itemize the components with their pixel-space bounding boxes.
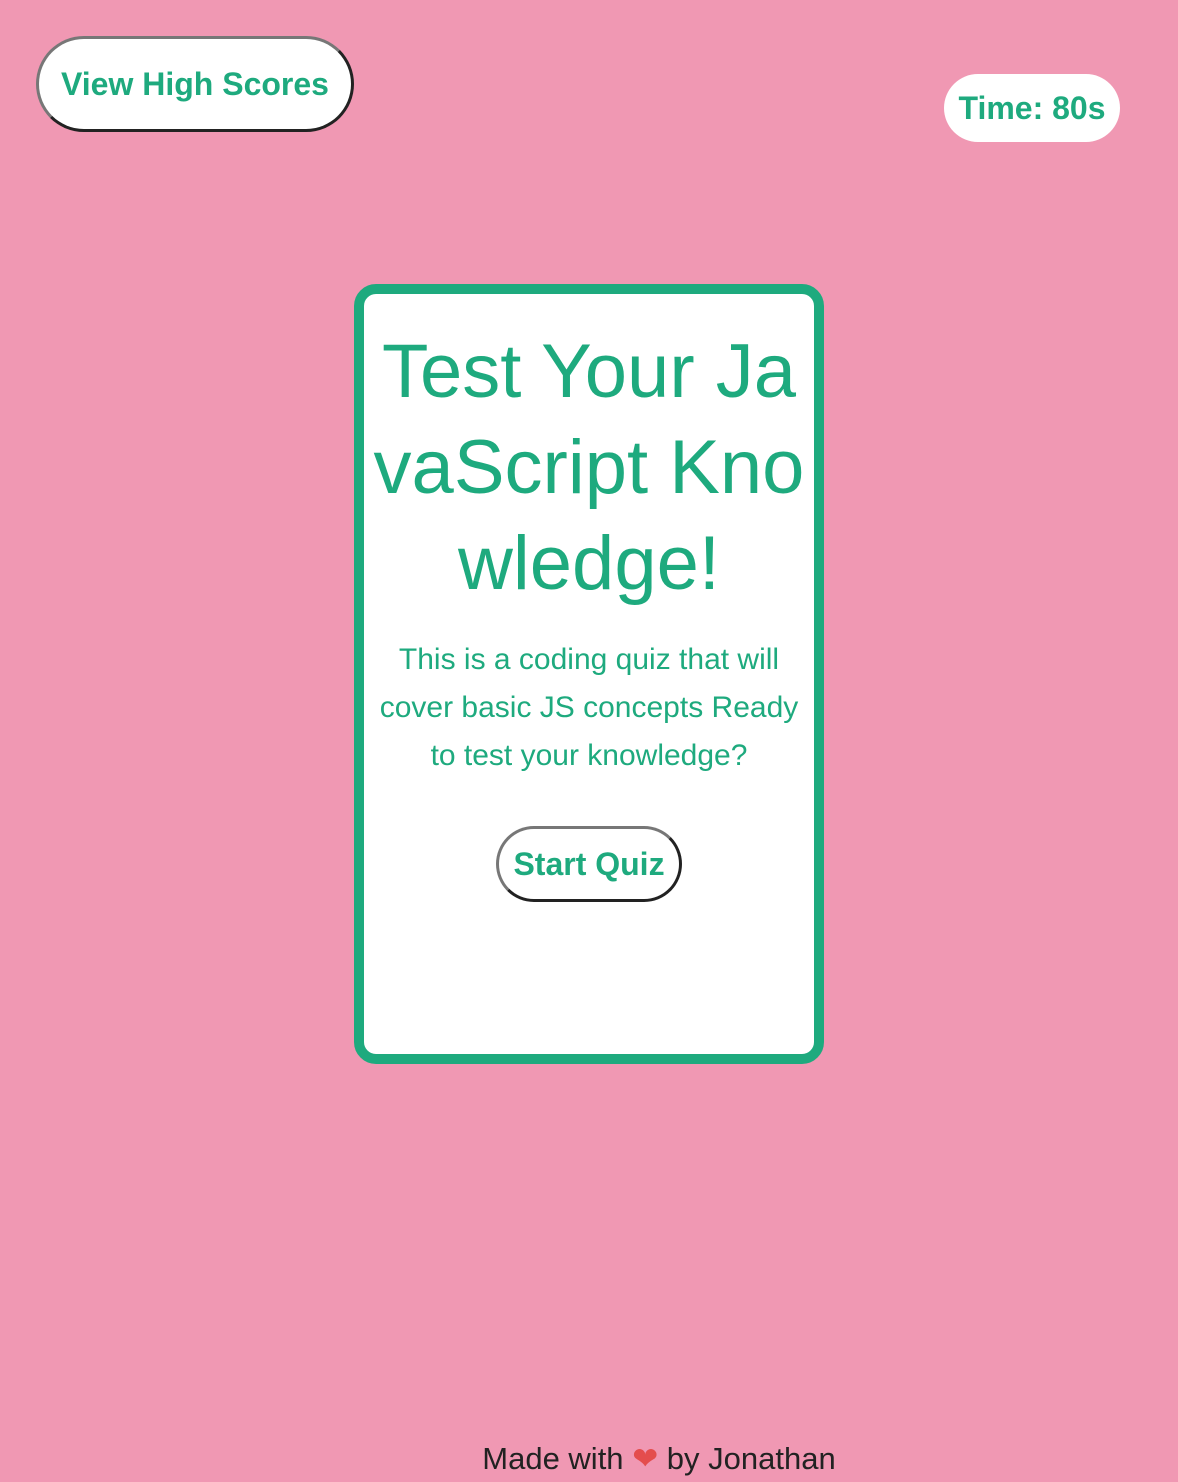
timer-text: Time: 80s xyxy=(958,89,1106,126)
start-quiz-button[interactable]: Start Quiz xyxy=(496,826,682,902)
quiz-title: Test Your JavaScript Knowledge! xyxy=(373,329,805,606)
footer: Made with ❤ by Jonathan xyxy=(0,1436,1178,1482)
quiz-intro-card: Test Your JavaScript Knowledge! This is … xyxy=(354,284,824,1064)
view-high-scores-button[interactable]: View High Scores xyxy=(36,36,354,132)
quiz-description: This is a coding quiz that will cover ba… xyxy=(379,643,799,772)
start-quiz-label: Start Quiz xyxy=(513,845,665,882)
view-high-scores-label: View High Scores xyxy=(61,65,329,102)
footer-suffix: by Jonathan xyxy=(666,1441,836,1476)
footer-prefix: Made with xyxy=(482,1441,624,1476)
heart-icon: ❤ xyxy=(632,1441,659,1476)
timer-display: Time: 80s xyxy=(944,74,1120,142)
